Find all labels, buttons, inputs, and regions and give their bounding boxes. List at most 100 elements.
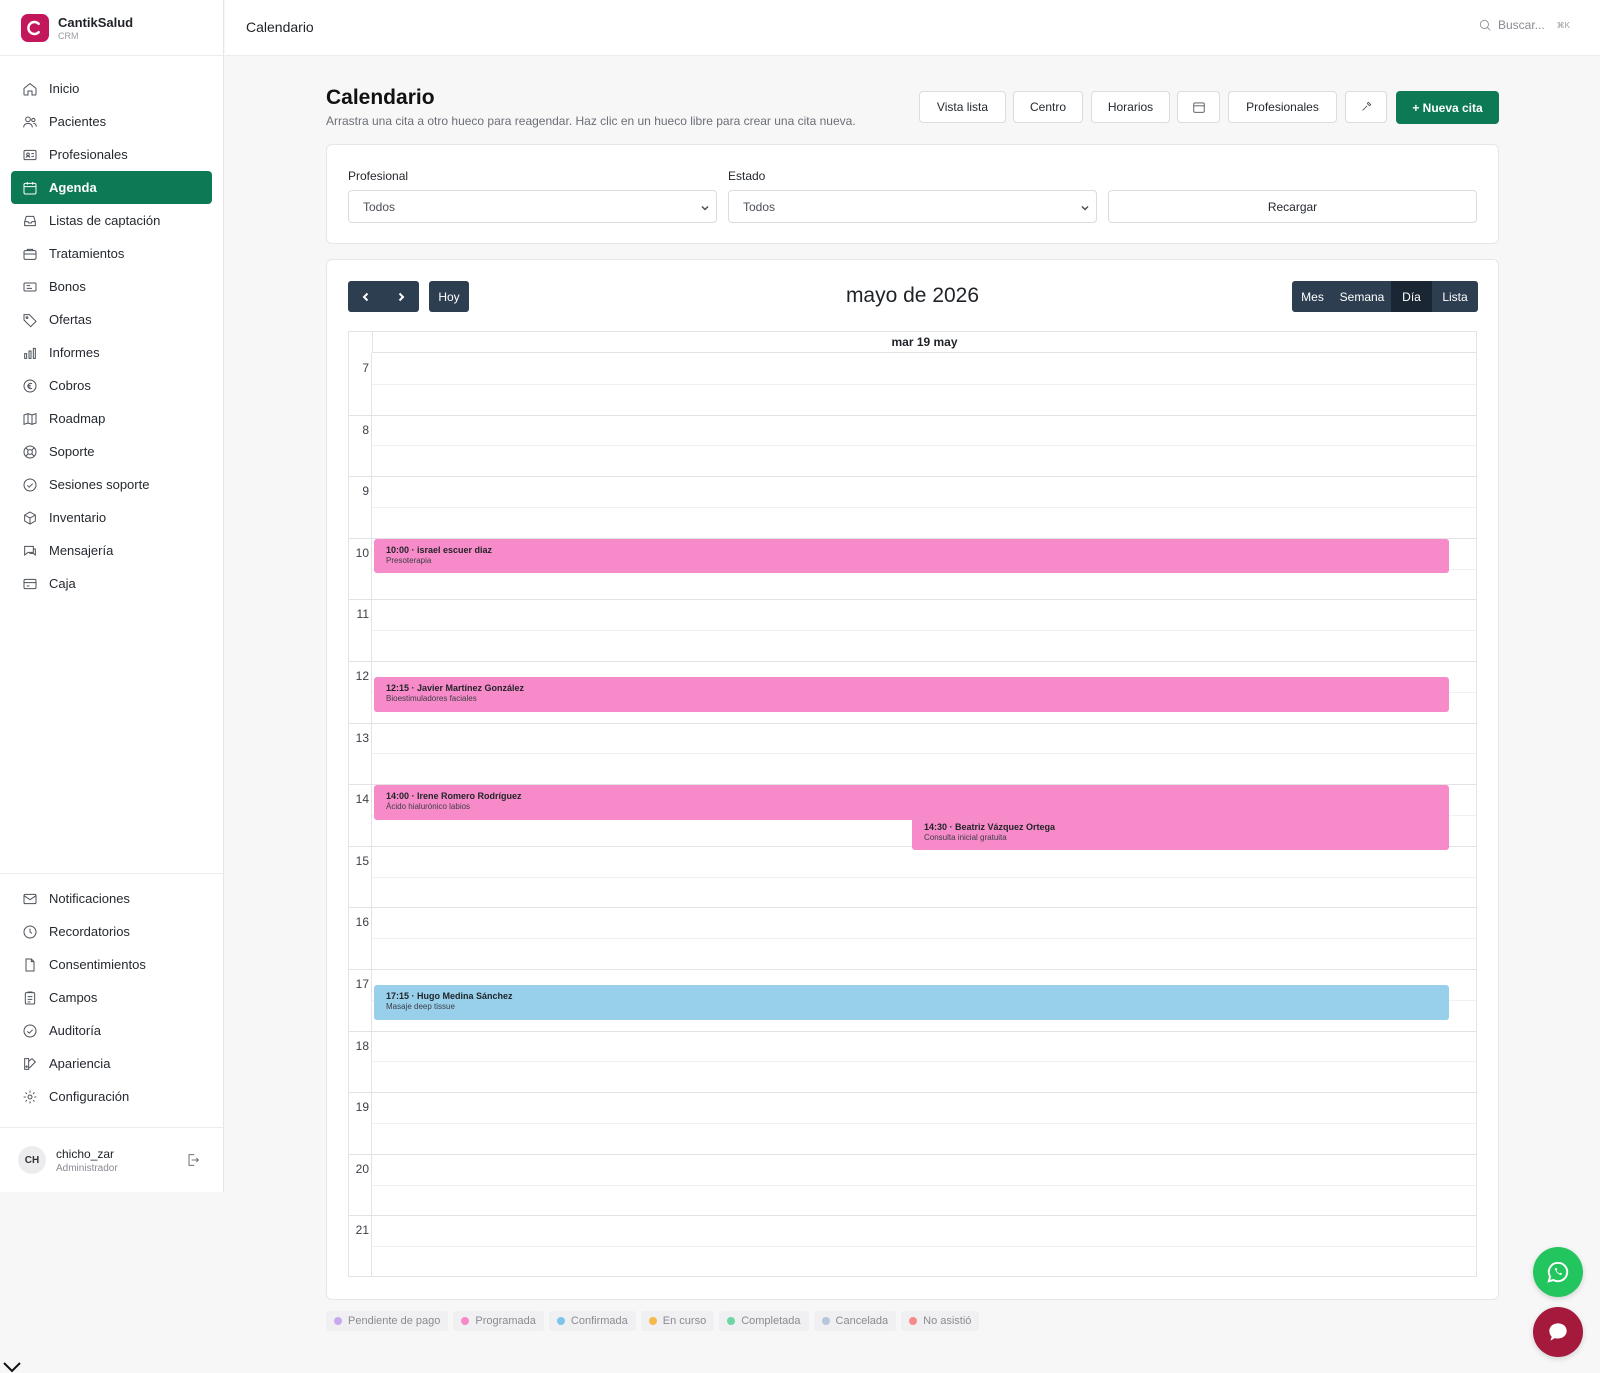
appointment-event[interactable]: 12:15 · Javier Martínez González Bioestim…: [374, 677, 1449, 712]
half-hour-line: [372, 938, 1476, 940]
legend-item: Completada: [719, 1311, 809, 1331]
sidebar-item-label: Listas de captación: [49, 213, 161, 228]
sidebar-item-label: Sesiones soporte: [49, 477, 150, 492]
page-title: Calendario: [326, 86, 435, 109]
view-month-button[interactable]: Mes: [1292, 281, 1333, 312]
search-box[interactable]: Buscar... ⌘K: [1478, 18, 1570, 32]
half-hour-line: [372, 1123, 1476, 1124]
hour-label: 13: [355, 730, 369, 745]
professional-select[interactable]: Todos: [348, 190, 717, 223]
sidebar-item-label: Consentimientos: [49, 957, 146, 972]
event-title: 12:15 · Javier Martínez González: [386, 683, 525, 694]
status-select[interactable]: Todos: [728, 190, 1097, 223]
list-view-button[interactable]: Vista lista: [919, 91, 1006, 123]
half-hour-line: [372, 753, 1476, 755]
legend-item: En curso: [640, 1311, 715, 1331]
sidebar-item-caja[interactable]: Caja: [11, 567, 212, 600]
hour-label: 9: [362, 484, 369, 499]
search-shortcut: ⌘K: [1556, 20, 1570, 30]
hour-label: 14: [355, 792, 369, 807]
sidebar-item-label: Notificaciones: [49, 891, 130, 906]
sidebar-item-listas-captacion[interactable]: Listas de captación: [11, 204, 212, 237]
brand-logo-icon: [21, 13, 49, 42]
appointment-event[interactable]: 14:30 · Beatriz Vázquez Ortega Consulta i…: [912, 816, 1449, 851]
sidebar-item-cobros[interactable]: Cobros: [11, 369, 212, 402]
sidebar-item-ofertas[interactable]: Ofertas: [11, 303, 212, 336]
sidebar-item-mensajeria[interactable]: Mensajería: [11, 534, 212, 567]
event-title: 10:00 · israel escuer diaz: [386, 544, 493, 555]
sidebar-item-notificaciones[interactable]: Notificaciones: [11, 882, 212, 915]
chevron-down-icon: [1080, 202, 1090, 212]
half-hour-line: [372, 445, 1476, 447]
sidebar-item-soporte[interactable]: Soporte: [11, 435, 212, 468]
sidebar-item-label: Mensajería: [49, 543, 114, 558]
logout-icon[interactable]: [185, 1152, 201, 1168]
event-title: 14:00 · Irene Romero Rodríguez: [386, 791, 522, 802]
hour-label: 17: [355, 977, 369, 991]
sidebar-item-label: Apariencia: [49, 1056, 111, 1071]
sidebar-item-agenda[interactable]: Agenda: [11, 171, 212, 204]
sidebar-item-label: Profesionales: [49, 147, 128, 162]
sidebar-item-tratamientos[interactable]: Tratamientos: [11, 237, 212, 270]
event-treatment: Bioestimuladores faciales: [386, 694, 477, 704]
sidebar-item-apariencia[interactable]: Apariencia: [11, 1047, 212, 1080]
tools-button[interactable]: [1345, 91, 1387, 123]
sidebar-item-consentimientos[interactable]: Consentimientos: [11, 948, 212, 981]
search-placeholder: Buscar...: [1497, 18, 1545, 32]
view-list-button[interactable]: Lista: [1432, 281, 1478, 312]
new-appointment-button[interactable]: + Nueva cita: [1396, 91, 1499, 124]
sidebar-item-configuracion[interactable]: Configuración: [11, 1080, 212, 1113]
sidebar-item-inventario[interactable]: Inventario: [11, 501, 212, 534]
appointment-event[interactable]: 17:15 · Hugo Medina Sánchez Masaje deep t…: [374, 985, 1449, 1020]
sidebar-item-bonos[interactable]: Bonos: [11, 270, 212, 303]
brand-sub: CRM: [58, 30, 79, 41]
whatsapp-button[interactable]: [1533, 1247, 1583, 1297]
calendar-picker-button[interactable]: [1177, 91, 1220, 123]
euro-icon: [22, 378, 38, 394]
hour-line: [349, 476, 1476, 478]
briefcase-icon: [22, 246, 38, 262]
legend-label: No asistió: [923, 1315, 972, 1327]
sidebar-item-recordatorios[interactable]: Recordatorios: [11, 915, 212, 948]
legend-item: No asistió: [901, 1311, 980, 1331]
hour-line: [349, 1153, 1476, 1155]
half-hour-line: [372, 383, 1476, 385]
sidebar-item-informes[interactable]: Informes: [11, 336, 212, 369]
credit-card-icon: [22, 576, 38, 592]
hour-line: [349, 907, 1476, 909]
message-icon: [22, 543, 38, 559]
sidebar-item-roadmap[interactable]: Roadmap: [11, 402, 212, 435]
sidebar-item-label: Informes: [49, 345, 100, 360]
day-grid[interactable]: mar 19 may 7 8 9 10 11 12 13 14 15 16 17 18 19 20 21 1…: [348, 331, 1477, 1277]
legend-label: Cancelada: [835, 1315, 889, 1327]
chat-button[interactable]: [1533, 1307, 1583, 1357]
appointment-event[interactable]: 14:00 · Irene Romero Rodríguez Ácido hial…: [374, 785, 1449, 820]
sidebar-item-pacientes[interactable]: Pacientes: [11, 105, 212, 138]
sidebar-item-label: Tratamientos: [49, 246, 125, 261]
sidebar-item-auditoria[interactable]: Auditoría: [11, 1014, 212, 1047]
event-treatment: Presoterapia: [386, 555, 432, 565]
view-week-button[interactable]: Semana: [1333, 281, 1391, 312]
professional-select-value: Todos: [363, 199, 396, 214]
schedules-button[interactable]: Horarios: [1091, 91, 1170, 123]
sidebar-item-profesionales[interactable]: Profesionales: [11, 138, 212, 171]
reload-button[interactable]: Recargar: [1108, 190, 1477, 223]
legend-dot-icon: [556, 1317, 565, 1325]
chat-bubble-icon: [1549, 1323, 1567, 1341]
brand[interactable]: CantikSalud CRM: [0, 0, 223, 56]
legend-label: Programada: [475, 1315, 536, 1327]
center-button[interactable]: Centro: [1013, 91, 1083, 123]
half-hour-line: [372, 1184, 1476, 1186]
calendar-icon: [1192, 102, 1205, 113]
sidebar-item-inicio[interactable]: Inicio: [11, 72, 212, 105]
chevron-down-icon[interactable]: [2, 1360, 22, 1373]
professionals-button[interactable]: Profesionales: [1228, 91, 1337, 123]
sidebar-item-campos[interactable]: Campos: [11, 981, 212, 1014]
view-day-button[interactable]: Día: [1391, 281, 1432, 312]
appointment-event[interactable]: 10:00 · israel escuer diaz Presoterapia: [374, 538, 1449, 574]
hour-label: 19: [355, 1100, 369, 1115]
sidebar-item-sesiones-soporte[interactable]: Sesiones soporte: [11, 468, 212, 501]
whatsapp-icon: [1547, 1261, 1569, 1283]
status-legend: Pendiente de pago Programada Confirmada En …: [326, 1311, 984, 1331]
user-profile[interactable]: CH chicho_zar Administrador: [0, 1127, 223, 1192]
